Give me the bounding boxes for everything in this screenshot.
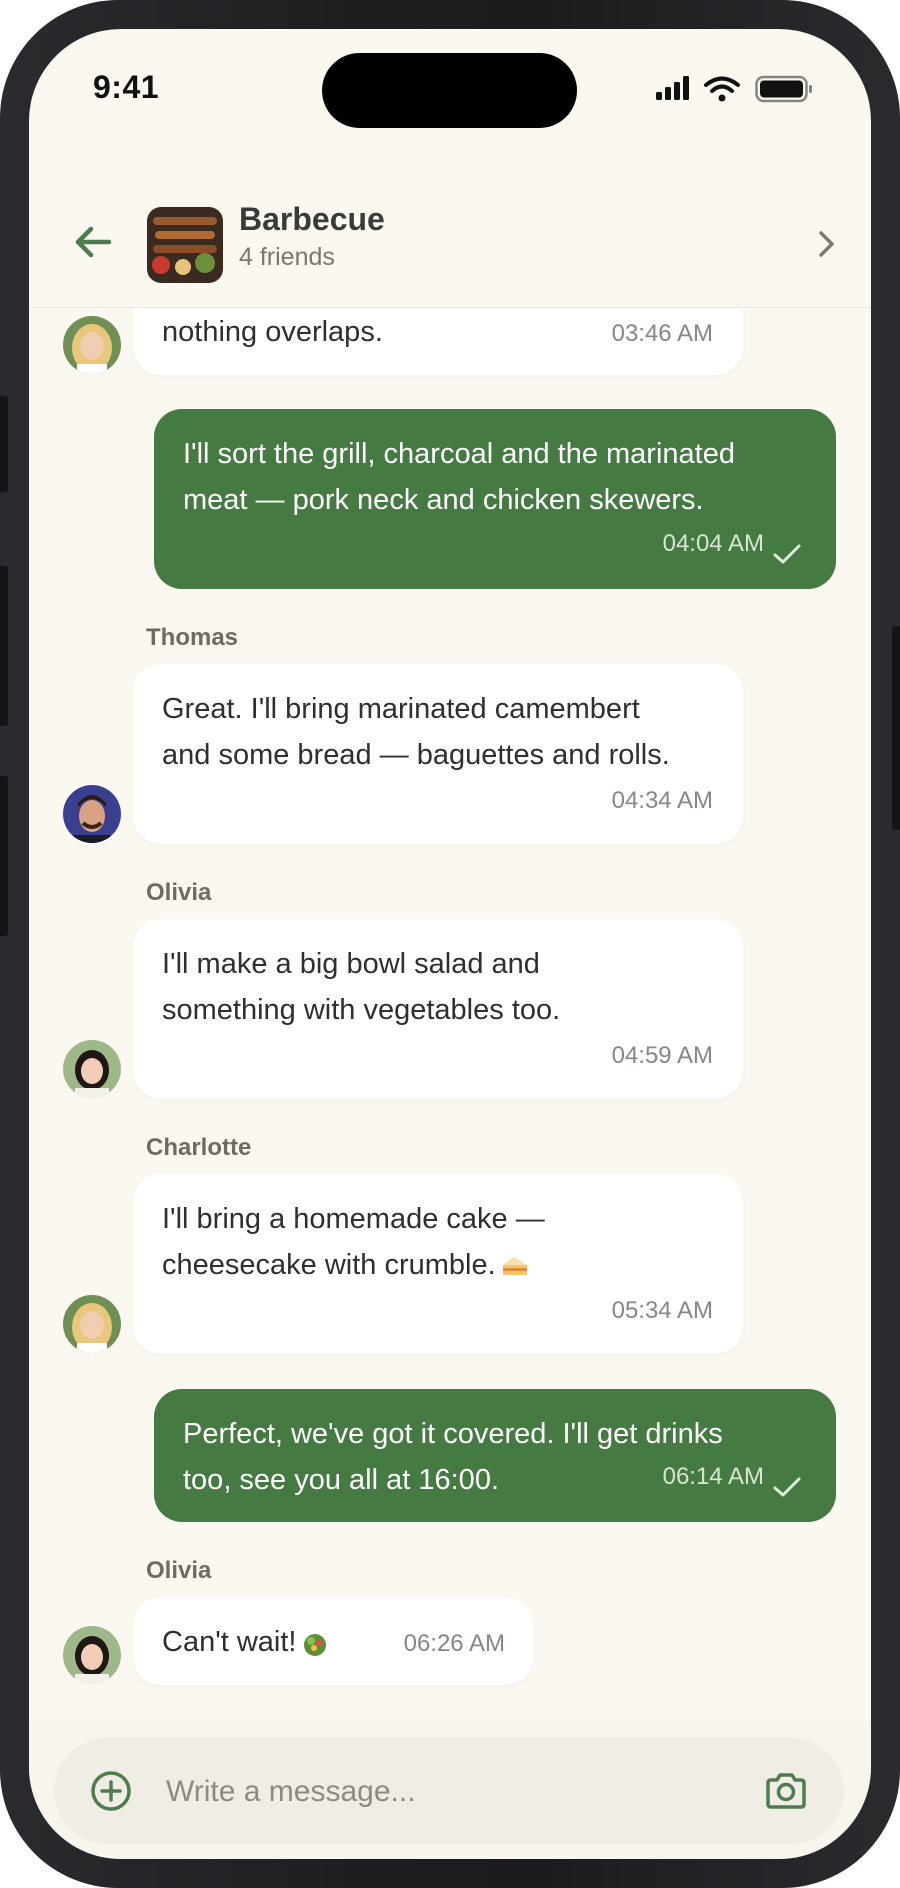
message-time: 04:04 AM [662,530,764,557]
chat-header: Barbecue 4 friends [29,177,871,308]
group-title: Barbecue [239,201,385,237]
signal-icon [656,76,689,100]
sender-name: Charlotte [146,1134,252,1161]
avatar-thomas[interactable] [63,785,121,843]
action-button [0,396,8,492]
arrow-left-icon [75,226,112,258]
message-time: 04:34 AM [611,787,713,814]
avatar-olivia[interactable] [63,1626,121,1684]
message-text: I'll sort the grill, charcoal and the ma… [183,438,735,516]
group-avatar[interactable] [147,207,223,283]
avatar-olivia[interactable] [63,1040,121,1098]
message-bubble-incoming[interactable]: Can't wait! 06:26 AM [133,1597,533,1685]
sender-name: Thomas [146,624,239,651]
camera-button[interactable] [764,1772,808,1810]
back-button[interactable] [69,217,119,267]
group-info-button[interactable] [811,227,841,261]
message-input[interactable] [164,1764,728,1820]
message-bubble-incoming[interactable]: Great. I'll bring marinated camembert an… [133,664,743,844]
screen: Yes! Let's split who brings what so noth… [29,29,871,1859]
battery-icon [755,75,812,103]
message-text: I'll bring a homemade cake — cheesecake … [162,1203,545,1281]
camera-icon [766,1773,806,1809]
message-time: 05:34 AM [611,1297,713,1324]
plus-circle-icon [91,1771,131,1811]
sender-name: Olivia [146,879,212,906]
phone-frame: Yes! Let's split who brings what so noth… [0,0,900,1888]
message-time: 06:14 AM [662,1463,764,1490]
sent-check-icon [773,544,801,564]
message-text: I'll make a big bowl salad and something… [162,948,561,1026]
chevron-right-icon [819,231,834,257]
message-bubble-incoming[interactable]: I'll bring a homemade cake — cheesecake … [133,1174,743,1354]
wifi-icon [704,76,740,102]
salad-icon [304,1634,327,1657]
cake-icon [502,1257,527,1276]
volume-down-button [0,776,8,936]
dynamic-island [322,53,577,128]
volume-up-button [0,566,8,726]
status-time: 9:41 [93,69,160,105]
power-button [892,626,900,830]
avatar-charlotte[interactable] [63,316,121,374]
message-time: 06:26 AM [403,1630,505,1657]
message-time: 04:59 AM [611,1042,713,1069]
message-time: 03:46 AM [611,320,713,347]
message-bubble-outgoing[interactable]: I'll sort the grill, charcoal and the ma… [154,409,836,589]
sent-check-icon [773,1477,801,1497]
avatar-charlotte[interactable] [63,1295,121,1353]
message-bubble-outgoing[interactable]: Perfect, we've got it covered. I'll get … [154,1389,836,1522]
member-count: 4 friends [239,243,335,271]
sender-name: Olivia [146,1557,212,1584]
message-bubble-incoming[interactable]: I'll make a big bowl salad and something… [133,919,743,1099]
attach-button[interactable] [90,1770,132,1812]
message-text: Great. I'll bring marinated camembert an… [162,693,670,771]
message-composer [54,1738,844,1844]
